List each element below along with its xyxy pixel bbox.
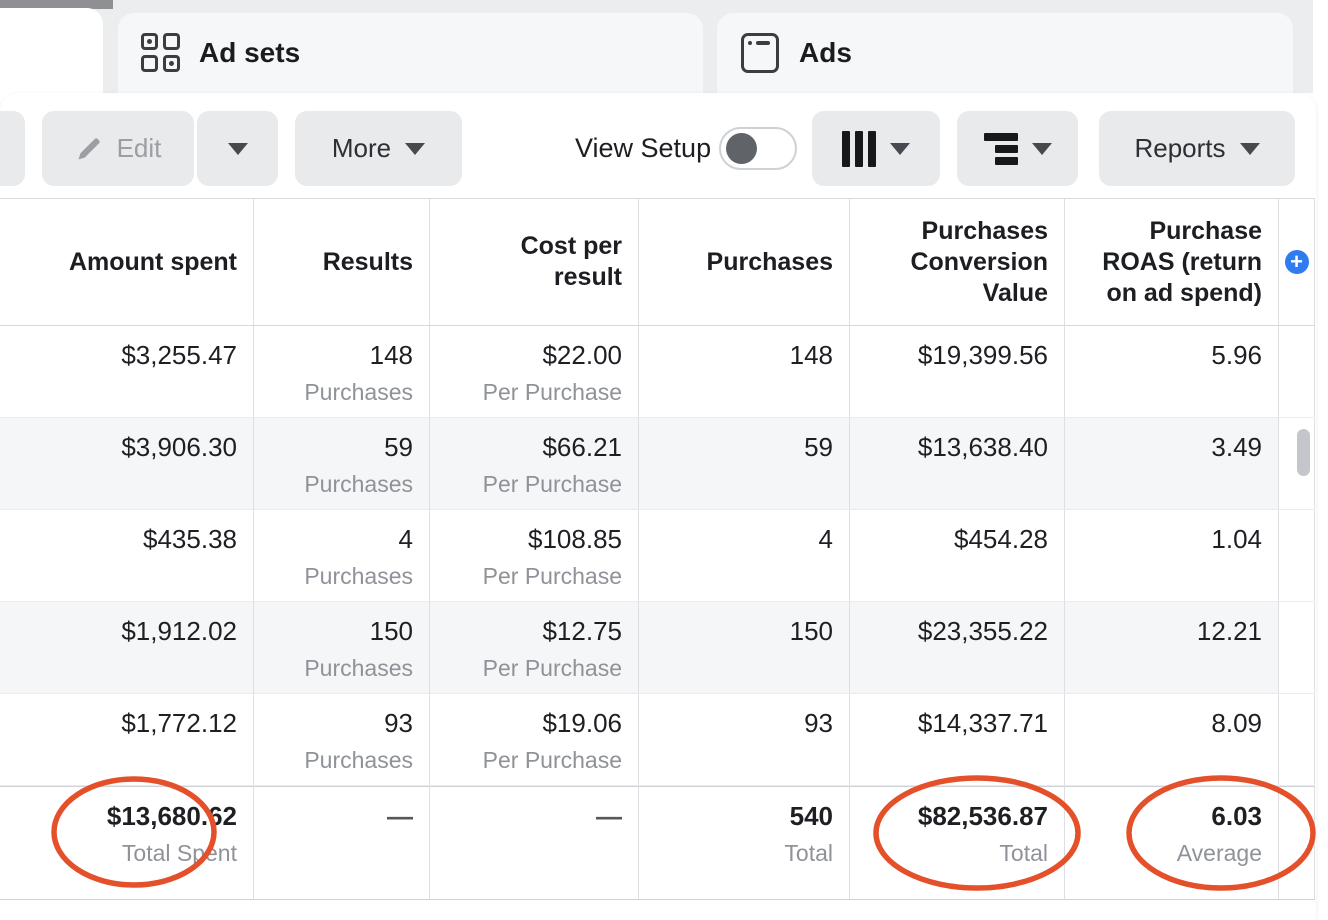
results-value: 148 — [254, 340, 413, 370]
results-value: 93 — [254, 708, 413, 738]
amount-spent-value: $1,912.02 — [0, 616, 237, 646]
purchase-roas-value: 5.96 — [1065, 340, 1262, 370]
cutoff-button[interactable] — [0, 111, 25, 186]
cost-sublabel: Per Purchase — [430, 562, 622, 590]
results-sublabel: Purchases — [254, 654, 413, 682]
results-value: 59 — [254, 432, 413, 462]
results-value: 150 — [254, 616, 413, 646]
column-header-results[interactable]: Results — [254, 199, 430, 325]
edit-dropdown-button[interactable] — [197, 111, 278, 186]
edit-button[interactable]: Edit — [42, 111, 194, 186]
ads-window-icon — [741, 33, 779, 73]
cost-sublabel: Per Purchase — [430, 746, 622, 774]
more-button-label: More — [332, 133, 391, 164]
purchases-conversion-value: $14,337.71 — [850, 708, 1048, 738]
reports-button[interactable]: Reports — [1099, 111, 1295, 186]
amount-spent-value: $3,255.47 — [0, 340, 237, 370]
results-sublabel: Purchases — [254, 746, 413, 774]
content-panel: Edit More View Setup Reports Am — [0, 93, 1316, 920]
caret-down-icon — [1240, 143, 1260, 155]
table-header-row: Amount spent Results Cost per result Pur… — [0, 199, 1315, 326]
results-value: 4 — [254, 524, 413, 554]
column-header-purchase-roas[interactable]: Purchase ROAS (return on ad spend) — [1065, 199, 1279, 325]
view-setup-toggle[interactable] — [719, 127, 797, 170]
average-roas-sublabel: Average — [1065, 839, 1262, 867]
purchase-roas-value: 8.09 — [1065, 708, 1262, 738]
tab-ads-label: Ads — [799, 37, 852, 69]
total-purchases: 540 — [639, 801, 833, 831]
purchases-value: 4 — [639, 524, 833, 554]
columns-button[interactable] — [812, 111, 940, 186]
total-purchases-conversion-value: $82,536.87 — [850, 801, 1048, 831]
cost-sublabel: Per Purchase — [430, 470, 622, 498]
pencil-icon — [75, 135, 103, 163]
cost-sublabel: Per Purchase — [430, 654, 622, 682]
tab-ads[interactable]: Ads — [717, 13, 1293, 93]
table-row: $1,772.12 93 Purchases $19.06 Per Purchase… — [0, 694, 1315, 786]
total-pcv-sublabel: Total — [850, 839, 1048, 867]
tab-ad-sets[interactable]: Ad sets — [118, 13, 703, 93]
ad-sets-grid-icon — [141, 33, 181, 73]
total-amount-spent-sublabel: Total Spent — [0, 839, 237, 867]
total-results-dash: — — [254, 801, 413, 832]
table-row: $435.38 4 Purchases $108.85 Per Purchase 4… — [0, 510, 1315, 602]
caret-down-icon — [890, 143, 910, 155]
purchase-roas-value: 3.49 — [1065, 432, 1262, 462]
purchases-value: 59 — [639, 432, 833, 462]
edit-button-label: Edit — [117, 133, 162, 164]
purchases-conversion-value: $23,355.22 — [850, 616, 1048, 646]
header-gutter: + — [1279, 199, 1315, 325]
reports-button-label: Reports — [1134, 133, 1225, 164]
purchases-value: 148 — [639, 340, 833, 370]
purchases-value: 150 — [639, 616, 833, 646]
amount-spent-value: $3,906.30 — [0, 432, 237, 462]
view-setup-label: View Setup — [575, 133, 711, 164]
tab-campaigns-active[interactable] — [0, 8, 103, 93]
table-row: $3,906.30 59 Purchases $66.21 Per Purchase… — [0, 418, 1315, 510]
total-cost-dash: — — [430, 801, 622, 832]
purchases-conversion-value: $13,638.40 — [850, 432, 1048, 462]
amount-spent-value: $1,772.12 — [0, 708, 237, 738]
results-sublabel: Purchases — [254, 378, 413, 406]
purchase-roas-value: 12.21 — [1065, 616, 1262, 646]
total-purchases-sublabel: Total — [639, 839, 833, 867]
table-row: $1,912.02 150 Purchases $12.75 Per Purchas… — [0, 602, 1315, 694]
totals-row: $13,680.62 Total Spent — — 540 Total $82,5… — [0, 786, 1315, 900]
purchases-conversion-value: $19,399.56 — [850, 340, 1048, 370]
cost-per-result-value: $12.75 — [430, 616, 622, 646]
caret-down-icon — [228, 143, 248, 155]
metrics-table: Amount spent Results Cost per result Pur… — [0, 198, 1315, 900]
results-sublabel: Purchases — [254, 562, 413, 590]
cost-per-result-value: $19.06 — [430, 708, 622, 738]
purchases-conversion-value: $454.28 — [850, 524, 1048, 554]
results-sublabel: Purchases — [254, 470, 413, 498]
breakdown-button[interactable] — [957, 111, 1078, 186]
cost-sublabel: Per Purchase — [430, 378, 622, 406]
caret-down-icon — [1032, 143, 1052, 155]
column-header-purchases[interactable]: Purchases — [639, 199, 850, 325]
purchase-roas-value: 1.04 — [1065, 524, 1262, 554]
vertical-scrollbar-thumb[interactable] — [1297, 429, 1310, 476]
add-column-icon[interactable]: + — [1285, 250, 1309, 274]
toggle-knob — [726, 133, 757, 164]
amount-spent-value: $435.38 — [0, 524, 237, 554]
purchases-value: 93 — [639, 708, 833, 738]
cost-per-result-value: $66.21 — [430, 432, 622, 462]
columns-icon — [842, 131, 876, 167]
column-header-purchases-conversion-value[interactable]: Purchases Conversion Value — [850, 199, 1065, 325]
cost-per-result-value: $108.85 — [430, 524, 622, 554]
column-header-amount-spent[interactable]: Amount spent — [0, 199, 254, 325]
ads-manager-screen: Ad sets Ads Edit More View Setup — [0, 0, 1328, 920]
total-amount-spent: $13,680.62 — [0, 801, 237, 831]
cost-per-result-value: $22.00 — [430, 340, 622, 370]
tab-ad-sets-label: Ad sets — [199, 37, 300, 69]
average-purchase-roas: 6.03 — [1065, 801, 1262, 831]
table-row: $3,255.47 148 Purchases $22.00 Per Purchas… — [0, 326, 1315, 418]
more-button[interactable]: More — [295, 111, 462, 186]
breakdown-icon — [984, 133, 1018, 165]
caret-down-icon — [405, 143, 425, 155]
column-header-cost-per-result[interactable]: Cost per result — [430, 199, 639, 325]
